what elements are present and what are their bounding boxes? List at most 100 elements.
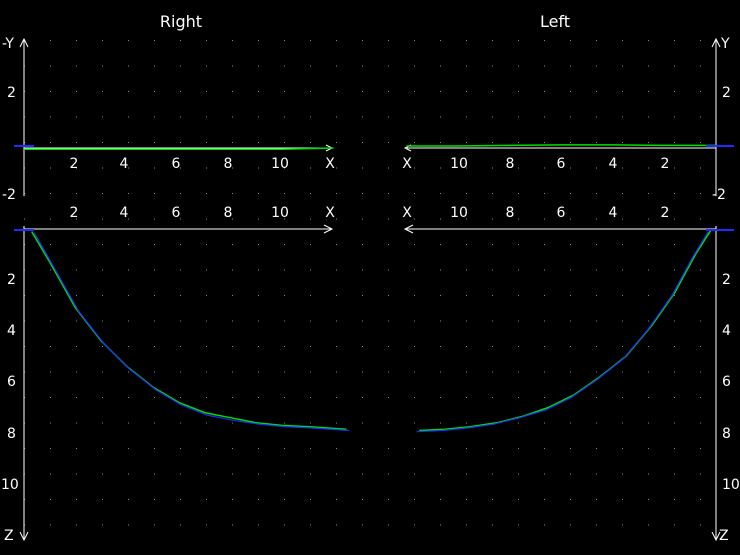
grid-dot	[596, 65, 597, 67]
grid-dot	[310, 524, 311, 526]
grid-dot	[570, 499, 571, 500]
grid-dot	[648, 269, 649, 271]
grid-dot	[336, 397, 337, 398]
grid-dot	[466, 40, 467, 41]
grid-dot	[466, 142, 467, 143]
grid-dot	[622, 91, 623, 92]
grid-dot	[492, 346, 493, 347]
grid-dot	[310, 167, 311, 169]
grid-dot	[128, 116, 129, 118]
grid-dot	[414, 167, 415, 169]
grid-dot	[570, 371, 571, 373]
top-left-tick-2: 2	[7, 85, 16, 101]
grid-dot	[622, 218, 623, 220]
grid-dot	[362, 422, 363, 424]
grid-dot	[50, 448, 51, 449]
grid-dot	[700, 142, 701, 143]
grid-dot	[284, 524, 285, 526]
grid-dot	[336, 524, 337, 526]
bottom-x-tick: 2	[70, 205, 79, 221]
grid-dot	[492, 524, 493, 526]
grid-dot	[310, 193, 311, 194]
grid-dot	[622, 397, 623, 398]
grid-dot	[232, 346, 233, 347]
grid-dot	[622, 295, 623, 296]
grid-dot	[154, 422, 155, 424]
grid-dot	[154, 269, 155, 271]
grid-dot	[544, 295, 545, 296]
grid-dot	[258, 269, 259, 271]
grid-dot	[180, 448, 181, 449]
grid-dot	[388, 397, 389, 398]
grid-dot	[674, 448, 675, 449]
bottom-z-tick: 2	[7, 272, 16, 288]
grid-dot	[232, 269, 233, 271]
grid-dot	[466, 371, 467, 373]
grid-dot	[466, 65, 467, 67]
grid-dot	[76, 116, 77, 118]
grid-dot	[258, 397, 259, 398]
bottom-x-tick: 8	[506, 205, 515, 221]
grid-dot	[414, 473, 415, 475]
grid-dot	[154, 473, 155, 475]
grid-dot	[466, 397, 467, 398]
grid-dot	[232, 524, 233, 526]
grid-dot	[648, 218, 649, 220]
grid-dot	[336, 65, 337, 67]
grid-dot	[180, 422, 181, 424]
grid-dot	[622, 448, 623, 449]
grid-dot	[518, 218, 519, 220]
grid-dot	[518, 371, 519, 373]
grid-dot	[258, 473, 259, 475]
top-x-tick: 2	[661, 156, 670, 172]
grid-dot	[284, 116, 285, 118]
grid-dot	[206, 473, 207, 475]
grid-dot	[128, 397, 129, 398]
grid-dot	[596, 397, 597, 398]
chart-plot: Right Left -Y Y 2 -2 2 -2 2 4 6 8 10 X X…	[0, 0, 740, 555]
grid-dot	[258, 320, 259, 322]
grid-dot	[154, 295, 155, 296]
grid-dot	[414, 40, 415, 41]
grid-dot	[102, 473, 103, 475]
grid-dot	[700, 422, 701, 424]
grid-dot	[700, 40, 701, 41]
grid-dot	[648, 473, 649, 475]
grid-dot	[388, 269, 389, 271]
grid-dot	[596, 422, 597, 424]
grid-dot	[50, 499, 51, 500]
grid-dot	[154, 244, 155, 245]
grid-dot	[596, 499, 597, 500]
bottom-z-tick: 4	[7, 323, 16, 339]
grid-dot	[596, 244, 597, 245]
grid-dot	[24, 218, 25, 220]
grid-dot	[388, 244, 389, 245]
grid-dot	[128, 91, 129, 92]
grid-dot	[414, 422, 415, 424]
grid-dot	[388, 193, 389, 194]
grid-dot	[570, 193, 571, 194]
grid-dot	[622, 422, 623, 424]
grid-dot	[492, 295, 493, 296]
grid-dot	[180, 473, 181, 475]
grid-dot	[102, 346, 103, 347]
grid-dot	[128, 371, 129, 373]
grid-dot	[258, 218, 259, 220]
grid-dot	[154, 499, 155, 500]
grid-dot	[258, 499, 259, 500]
grid-dot	[440, 320, 441, 322]
grid-dot	[544, 371, 545, 373]
grid-dot	[570, 91, 571, 92]
grid-dot	[336, 269, 337, 271]
grid-dot	[128, 142, 129, 143]
top-x-tick: 10	[271, 156, 289, 172]
grid-dot	[310, 473, 311, 475]
grid-dot	[336, 193, 337, 194]
grid-dot	[206, 40, 207, 41]
bottom-z-tick: 2	[722, 272, 731, 288]
grid-dot	[206, 142, 207, 143]
grid-dot	[102, 167, 103, 169]
grid-dot	[50, 473, 51, 475]
grid-dot	[336, 448, 337, 449]
grid-dot	[648, 397, 649, 398]
